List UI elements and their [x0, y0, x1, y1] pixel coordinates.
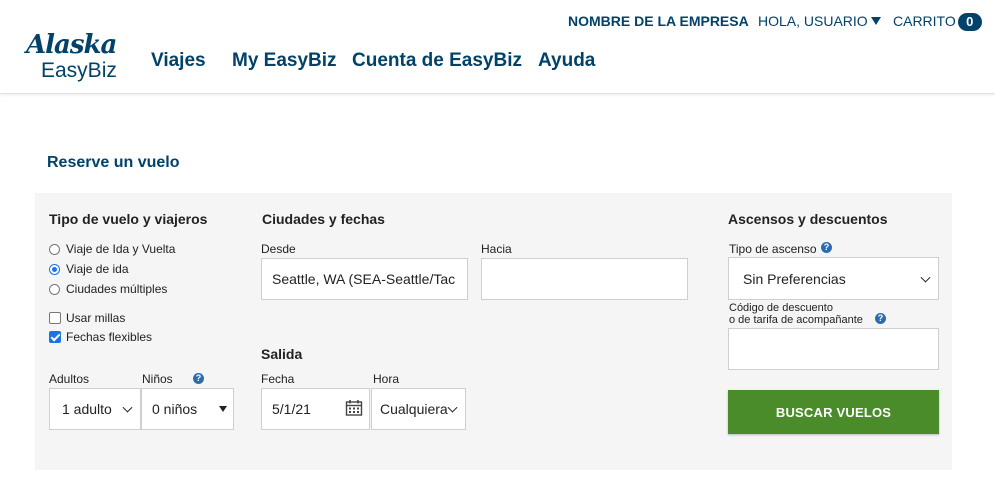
checkbox-flexible-dates-control[interactable]: [49, 331, 61, 343]
nav-viajes[interactable]: Viajes: [151, 50, 206, 72]
children-select[interactable]: 0 niños: [141, 388, 234, 430]
cart-link[interactable]: CARRITO 0: [893, 13, 982, 31]
to-label: Hacia: [481, 242, 512, 256]
upgrade-type-select[interactable]: Sin Preferencias: [728, 257, 939, 300]
checkbox-use-miles-control[interactable]: [49, 312, 61, 324]
company-name: NOMBRE DE LA EMPRESA: [568, 13, 749, 29]
discount-code-label-line-1: Código de descuento: [729, 302, 833, 314]
checkbox-use-miles[interactable]: Usar millas: [49, 311, 125, 325]
time-select-value: Cualquiera: [380, 401, 448, 417]
adults-label: Adultos: [49, 372, 90, 386]
alaska-easybiz-logo[interactable]: Alaska EasyBiz: [26, 30, 126, 84]
children-help-icon[interactable]: ?: [193, 373, 204, 384]
radio-multi-city[interactable]: Ciudades múltiples: [49, 282, 167, 296]
caret-down-icon: [870, 17, 881, 25]
radio-multi-city-label: Ciudades múltiples: [66, 282, 168, 296]
user-greeting: HOLA, USUARIO: [758, 13, 868, 29]
cart-label: CARRITO: [893, 13, 956, 29]
checkbox-use-miles-label: Usar millas: [66, 311, 126, 325]
checkbox-flexible-dates[interactable]: Fechas flexibles: [49, 330, 152, 344]
upgrade-help-icon[interactable]: ?: [821, 242, 832, 253]
adults-select-value: 1 adulto: [62, 401, 112, 417]
chevron-down-icon: [920, 272, 931, 283]
radio-multi-city-control[interactable]: [49, 283, 60, 295]
site-header: Alaska EasyBiz Viajes My EasyBiz Cuenta …: [0, 0, 995, 94]
adults-select[interactable]: 1 adulto: [49, 388, 141, 430]
calendar-icon[interactable]: [345, 399, 363, 417]
radio-round-trip-control[interactable]: [49, 243, 60, 255]
chevron-down-icon: [447, 402, 458, 413]
discount-help-icon[interactable]: ?: [875, 313, 886, 324]
checkbox-flexible-dates-label: Fechas flexibles: [66, 330, 153, 344]
discount-code-input[interactable]: [728, 328, 939, 370]
date-input-value: 5/1/21: [272, 401, 311, 417]
logo-alaska-text: Alaska: [26, 30, 117, 60]
date-label: Fecha: [261, 372, 295, 386]
triangle-down-icon: [219, 406, 227, 412]
discount-code-label-line-2: o de tarifa de acompañante: [729, 314, 863, 326]
cart-count-badge: 0: [957, 13, 982, 31]
radio-one-way-label: Viaje de ida: [66, 262, 129, 276]
radio-one-way-control[interactable]: [49, 263, 60, 275]
user-menu[interactable]: HOLA, USUARIO: [758, 13, 881, 29]
children-select-value: 0 niños: [152, 401, 198, 417]
search-flights-button[interactable]: BUSCAR VUELOS: [728, 390, 939, 434]
page-title: Reserve un vuelo: [47, 154, 180, 171]
to-input[interactable]: [481, 258, 688, 300]
nav-my-easybiz[interactable]: My EasyBiz: [232, 50, 337, 72]
radio-round-trip[interactable]: Viaje de Ida y Vuelta: [49, 242, 175, 256]
upgrade-type-label: Tipo de ascenso: [729, 242, 817, 256]
radio-one-way[interactable]: Viaje de ida: [49, 262, 129, 276]
logo-easybiz-text: EasyBiz: [41, 59, 117, 82]
from-label: Desde: [261, 242, 296, 256]
trip-section-title: Tipo de vuelo y viajeros: [49, 211, 208, 227]
nav-ayuda[interactable]: Ayuda: [538, 50, 595, 72]
chevron-down-icon: [122, 402, 133, 413]
cities-section-title: Ciudades y fechas: [262, 211, 385, 227]
upgrades-section-title: Ascensos y descuentos: [728, 211, 888, 227]
radio-round-trip-label: Viaje de Ida y Vuelta: [66, 242, 176, 256]
time-select[interactable]: Cualquiera: [371, 388, 466, 430]
from-input-value: Seattle, WA (SEA-Seattle/Tac: [272, 271, 456, 287]
children-label: Niños: [142, 372, 173, 386]
discount-code-label: Código de descuento o de tarifa de acomp…: [729, 302, 863, 326]
from-input[interactable]: Seattle, WA (SEA-Seattle/Tac: [261, 258, 468, 300]
upgrade-type-select-value: Sin Preferencias: [743, 270, 846, 287]
time-label: Hora: [373, 372, 400, 386]
date-input[interactable]: 5/1/21: [261, 388, 370, 430]
departure-section-title: Salida: [261, 346, 303, 362]
nav-cuenta-easybiz[interactable]: Cuenta de EasyBiz: [352, 50, 522, 72]
